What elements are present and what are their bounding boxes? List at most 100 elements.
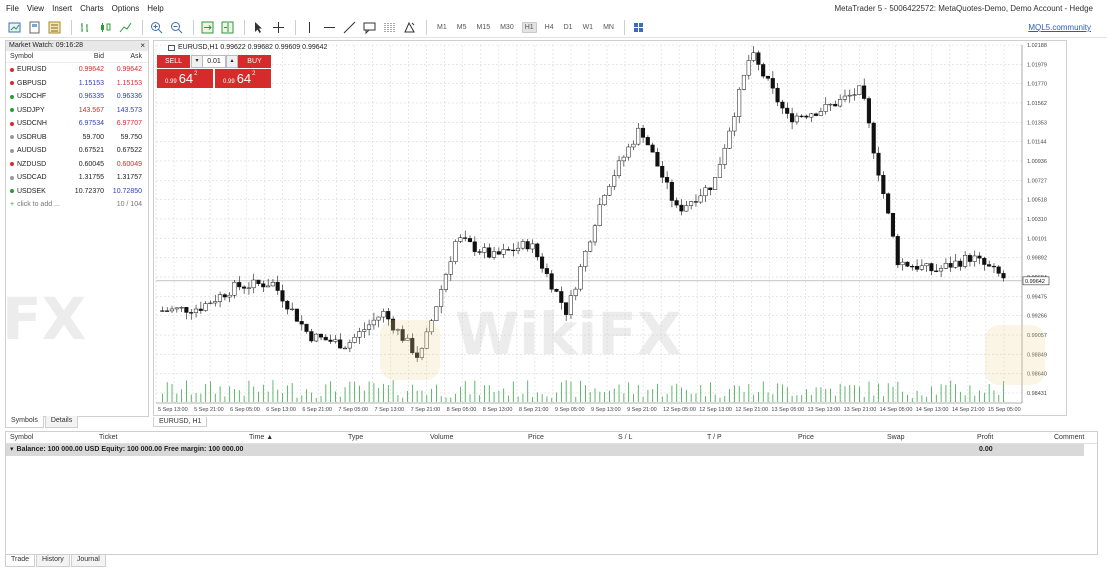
tile-windows-button[interactable] [630, 19, 647, 36]
balance-row[interactable]: ▾ Balance: 100 000.00 USD Equity: 100 000… [6, 444, 1084, 456]
candlestick-button[interactable] [97, 19, 114, 36]
lot-size-input[interactable]: 0.01 [202, 55, 226, 68]
line-chart-button[interactable] [117, 19, 134, 36]
chart-title-text: EURUSD,H1 0.99622 0.99682 0.99609 0.9964… [178, 44, 328, 51]
menu-file[interactable]: File [6, 4, 19, 13]
column-bid[interactable]: Bid [68, 51, 104, 62]
trend-line-button[interactable] [341, 19, 358, 36]
ask-cell: 1.31757 [116, 174, 142, 182]
zoom-out-button[interactable] [168, 19, 185, 36]
market-watch-row[interactable]: USDJPY 143.567 143.573 [6, 104, 148, 118]
column-volume[interactable]: Volume [430, 434, 453, 441]
menu-insert[interactable]: Insert [52, 4, 72, 13]
price-chart[interactable]: 1.02188 1.01979 1.01770 1.01562 1.01353 1.011… [154, 41, 1068, 417]
column-comment[interactable]: Comment [1054, 434, 1084, 441]
candle-body [924, 263, 929, 267]
candle-body [876, 152, 881, 176]
fibonacci-button[interactable] [381, 19, 398, 36]
chart-window[interactable]: 1.02188 1.01979 1.01770 1.01562 1.01353 1.011… [153, 40, 1067, 416]
horizontal-line-button[interactable] [321, 19, 338, 36]
bid-cell: 0.99642 [78, 66, 104, 74]
timeframe-w1[interactable]: W1 [581, 23, 596, 32]
column-ask[interactable]: Ask [104, 51, 142, 62]
timeframe-d1[interactable]: D1 [562, 23, 575, 32]
auto-scroll-button[interactable] [199, 19, 216, 36]
bar-chart-button[interactable] [77, 19, 94, 36]
market-watch-close-button[interactable]: × [140, 41, 145, 51]
timeframe-mn[interactable]: MN [601, 23, 616, 32]
column-tp[interactable]: T / P [707, 434, 722, 441]
market-watch-row[interactable]: EURUSD 0.99642 0.99642 [6, 63, 148, 77]
sell-button[interactable]: SELL [157, 55, 190, 68]
menu-help[interactable]: Help [147, 4, 163, 13]
market-watch-row[interactable]: NZDUSD 0.60045 0.60049 [6, 158, 148, 172]
market-watch-row[interactable]: AUDUSD 0.67521 0.67522 [6, 144, 148, 158]
ask-cell: 59.750 [120, 133, 142, 141]
column-price[interactable]: Price [528, 434, 544, 441]
add-symbol-label[interactable]: + click to add ... [6, 201, 68, 208]
candle-body [660, 166, 665, 178]
column-swap[interactable]: Swap [887, 434, 905, 441]
chart-shift-button[interactable] [219, 19, 236, 36]
column-ticket[interactable]: Ticket [99, 434, 117, 441]
candle-body [761, 64, 766, 77]
market-watch-row[interactable]: USDCHF 0.96335 0.96336 [6, 90, 148, 104]
mql5-community-link[interactable]: MQL5.community [1028, 23, 1091, 32]
tab-journal[interactable]: Journal [70, 555, 106, 567]
market-watch-row[interactable]: USDSEK 10.72370 10.72850 [6, 185, 148, 199]
market-watch-button[interactable] [46, 19, 63, 36]
market-watch-row[interactable]: GBPUSD 1.15153 1.15153 [6, 77, 148, 91]
timeframe-m5[interactable]: M5 [455, 23, 469, 32]
market-watch-row[interactable]: USDRUB 59.700 59.750 [6, 131, 148, 145]
column-type[interactable]: Type [348, 434, 363, 441]
profiles-button[interactable] [26, 19, 43, 36]
add-symbol-row[interactable]: + click to add ... 10 / 104 [6, 198, 148, 212]
tab-trade[interactable]: Trade [5, 555, 36, 567]
tab-history[interactable]: History [36, 555, 70, 567]
candle-body [881, 174, 886, 194]
column-sl[interactable]: S / L [618, 434, 632, 441]
cursor-button[interactable] [250, 19, 267, 36]
candle-body [847, 94, 852, 97]
candle-body [208, 302, 213, 305]
price-axis-label: 1.00727 [1027, 178, 1047, 184]
crosshair-button[interactable] [270, 19, 287, 36]
vertical-line-icon [309, 21, 310, 33]
lot-increase-button[interactable]: ▴ [226, 55, 238, 68]
tab-details[interactable]: Details [44, 416, 79, 428]
timeframe-h4[interactable]: H4 [543, 23, 556, 32]
sell-price-display[interactable]: 0.99 64 2 [157, 69, 213, 88]
menu-options[interactable]: Options [112, 4, 140, 13]
tab-eurusd-h1[interactable]: EURUSD, H1 [153, 417, 208, 427]
candle-body [539, 256, 545, 269]
menu-charts[interactable]: Charts [80, 4, 104, 13]
timeframe-m15[interactable]: M15 [474, 23, 492, 32]
time-axis-label: 5 Sep 21:00 [194, 407, 224, 413]
symbol-status-icon [10, 94, 14, 99]
text-label-button[interactable] [361, 19, 378, 36]
column-time[interactable]: Time ▲ [249, 434, 273, 441]
timeframe-m1[interactable]: M1 [435, 23, 449, 32]
market-watch-row[interactable]: USDCNH 6.97534 6.97707 [6, 117, 148, 131]
vertical-line-button[interactable] [301, 19, 318, 36]
column-symbol[interactable]: Symbol [10, 434, 33, 441]
symbol-status-icon [10, 108, 14, 113]
timeframe-m30[interactable]: M30 [498, 23, 516, 32]
shapes-button[interactable] [401, 19, 418, 36]
symbol-status-icon [10, 175, 14, 180]
candle-body [477, 251, 482, 253]
menu-view[interactable]: View [27, 4, 44, 13]
column-symbol[interactable]: Symbol [6, 51, 68, 62]
candle-body [342, 347, 348, 350]
new-chart-button[interactable] [6, 19, 23, 36]
market-watch-row[interactable]: USDCAD 1.31755 1.31757 [6, 171, 148, 185]
tab-symbols[interactable]: Symbols [5, 416, 44, 428]
timeframe-h1[interactable]: H1 [521, 21, 537, 33]
buy-button[interactable]: BUY [238, 55, 271, 68]
candle-body [636, 127, 641, 145]
zoom-in-button[interactable] [148, 19, 165, 36]
candle-body [568, 295, 573, 315]
column-current-price[interactable]: Price [798, 434, 814, 441]
buy-price-display[interactable]: 0.99 64 2 [215, 69, 271, 88]
column-profit[interactable]: Profit [977, 434, 993, 441]
